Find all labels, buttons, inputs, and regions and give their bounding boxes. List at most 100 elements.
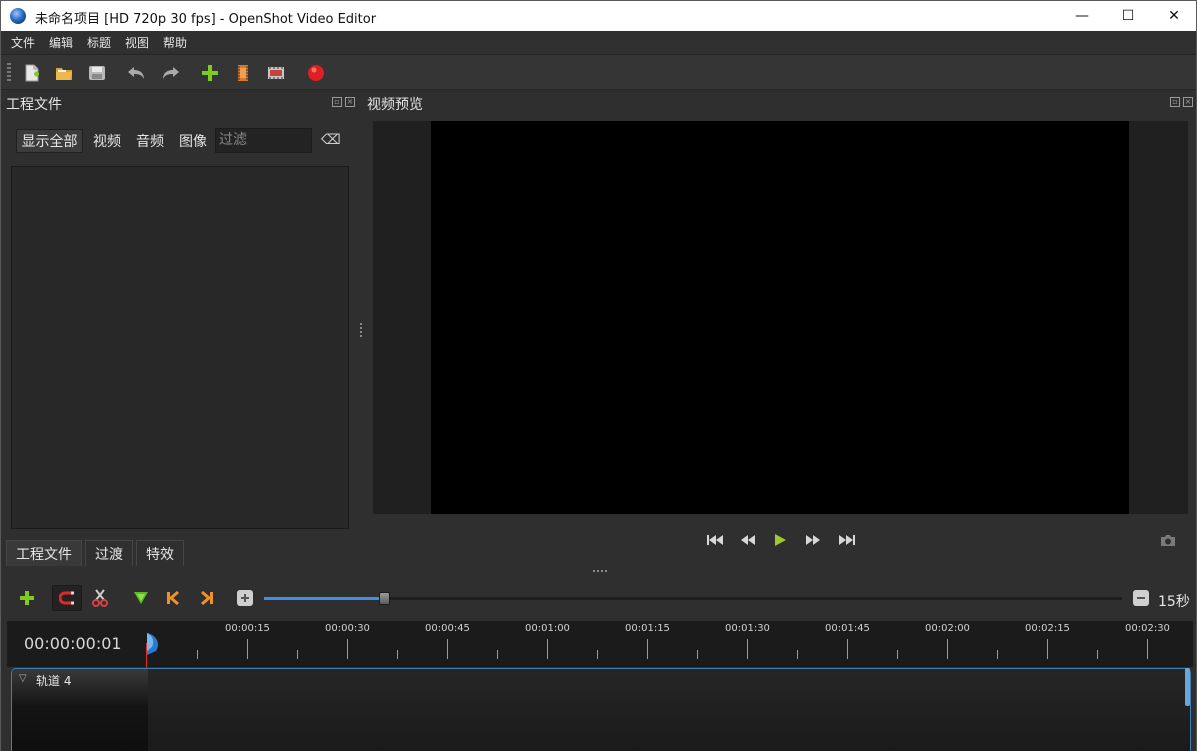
fast-forward-icon[interactable] [803,530,823,550]
new-project-icon[interactable] [21,62,43,84]
zoom-in-icon[interactable] [237,590,253,606]
ruler-major-tick [247,639,248,659]
playhead-icon[interactable] [145,633,163,655]
video-preview-area [373,121,1188,514]
filter-input[interactable]: 过滤 [215,128,312,153]
ruler-major-tick [1047,639,1048,659]
snap-icon[interactable] [52,585,82,611]
tab-transitions[interactable]: 过渡 [85,540,133,566]
track-name: 轨道 4 [36,674,72,688]
tab-effects[interactable]: 特效 [136,540,184,566]
ruler-tick-label: 00:02:15 [1025,623,1070,634]
track-body[interactable] [148,669,1190,751]
ruler-minor-tick [397,650,398,659]
main-toolbar [1,54,1196,90]
ruler-minor-tick [597,650,598,659]
razor-icon[interactable] [89,587,111,609]
ruler-minor-tick [997,650,998,659]
menu-edit[interactable]: 编辑 [49,34,73,51]
menu-view[interactable]: 视图 [125,34,149,51]
preview-close-icon[interactable]: × [1183,97,1193,107]
ruler-minor-tick [797,650,798,659]
clear-filter-icon[interactable]: ⌫ [321,132,341,148]
filter-image[interactable]: 图像 [174,129,212,153]
ruler-major-tick [947,639,948,659]
zoom-slider-fill [264,597,384,600]
previous-marker-icon[interactable] [162,587,184,609]
open-project-icon[interactable] [53,62,75,84]
ruler-major-tick [1147,639,1148,659]
ruler-tick-label: 00:01:15 [625,623,670,634]
video-canvas [431,121,1129,514]
splitter-handle[interactable] [360,323,362,339]
ruler-minor-tick [197,650,198,659]
undo-icon[interactable] [125,62,147,84]
window-title: 未命名项目 [HD 720p 30 fps] - OpenShot Video … [35,12,377,27]
ruler-major-tick [547,639,548,659]
current-timecode: 00:00:00:01 [24,634,122,653]
window-titlebar: 未命名项目 [HD 720p 30 fps] - OpenShot Video … [0,0,1197,31]
ruler-tick-label: 00:02:30 [1125,623,1170,634]
redo-icon[interactable] [160,62,182,84]
timeline-ruler[interactable]: 00:00:00:01 00:00:15 00:00:30 00:00:45 00:0… [7,621,1193,667]
main-window: 文件 编辑 标题 视图 帮助 工程文件 ▫ × 显示全部 视频 音频 图像 过滤… [0,31,1197,751]
ruler-major-tick [347,639,348,659]
track-row[interactable]: ▽ 轨道 4 [11,668,1191,751]
menu-title[interactable]: 标题 [87,34,111,51]
add-marker-icon[interactable] [130,587,152,609]
tab-project-files[interactable]: 工程文件 [6,540,82,566]
ruler-minor-tick [1097,650,1098,659]
ruler-minor-tick [897,650,898,659]
menu-help[interactable]: 帮助 [163,34,187,51]
timeline-vertical-scrollbar[interactable] [1185,668,1190,706]
project-files-list[interactable] [11,166,349,529]
rewind-icon[interactable] [738,530,758,550]
close-window-button[interactable]: ✕ [1151,1,1197,31]
ruler-tick-label: 00:00:30 [325,623,370,634]
snapshot-icon[interactable] [1158,530,1178,550]
maximize-button[interactable]: ☐ [1105,1,1151,31]
track-header[interactable]: ▽ 轨道 4 [12,669,148,751]
jump-end-icon[interactable] [837,530,857,550]
save-project-icon[interactable] [86,62,108,84]
ruler-major-tick [647,639,648,659]
zoom-out-icon[interactable] [1133,590,1149,606]
ruler-tick-label: 00:00:15 [225,623,270,634]
horizontal-splitter[interactable] [593,570,609,572]
ruler-minor-tick [297,650,298,659]
zoom-level-label: 15秒 [1158,594,1190,610]
ruler-major-tick [847,639,848,659]
menu-file[interactable]: 文件 [11,34,35,51]
ruler-tick-label: 00:02:00 [925,623,970,634]
project-files-title: 工程文件 [6,97,62,113]
filter-audio[interactable]: 音频 [131,129,169,153]
zoom-slider[interactable] [264,597,1122,600]
fullscreen-icon[interactable] [265,62,287,84]
add-track-icon[interactable] [16,587,38,609]
video-preview-title: 视频预览 [367,97,423,113]
filter-show-all[interactable]: 显示全部 [16,129,83,153]
ruler-tick-label: 00:00:45 [425,623,470,634]
track-collapse-icon[interactable]: ▽ [19,673,27,684]
ruler-tick-label: 00:01:00 [525,623,570,634]
minimize-button[interactable]: — [1059,1,1105,31]
play-icon[interactable] [770,530,790,550]
ruler-major-tick [447,639,448,659]
dock-float-icon[interactable]: ▫ [332,97,342,107]
menu-bar: 文件 编辑 标题 视图 帮助 [1,31,1196,53]
openshot-logo-icon [10,8,26,24]
toolbar-grip[interactable] [7,63,11,83]
next-marker-icon[interactable] [196,587,218,609]
ruler-minor-tick [697,650,698,659]
export-video-icon[interactable] [305,62,327,84]
filter-video[interactable]: 视频 [88,129,126,153]
ruler-tick-label: 00:01:45 [825,623,870,634]
import-files-icon[interactable] [199,62,221,84]
jump-start-icon[interactable] [705,530,725,550]
profile-icon[interactable] [232,62,254,84]
ruler-tick-label: 00:01:30 [725,623,770,634]
preview-float-icon[interactable]: ▫ [1170,97,1180,107]
zoom-slider-handle[interactable] [379,592,390,605]
ruler-minor-tick [497,650,498,659]
dock-close-icon[interactable]: × [345,97,355,107]
